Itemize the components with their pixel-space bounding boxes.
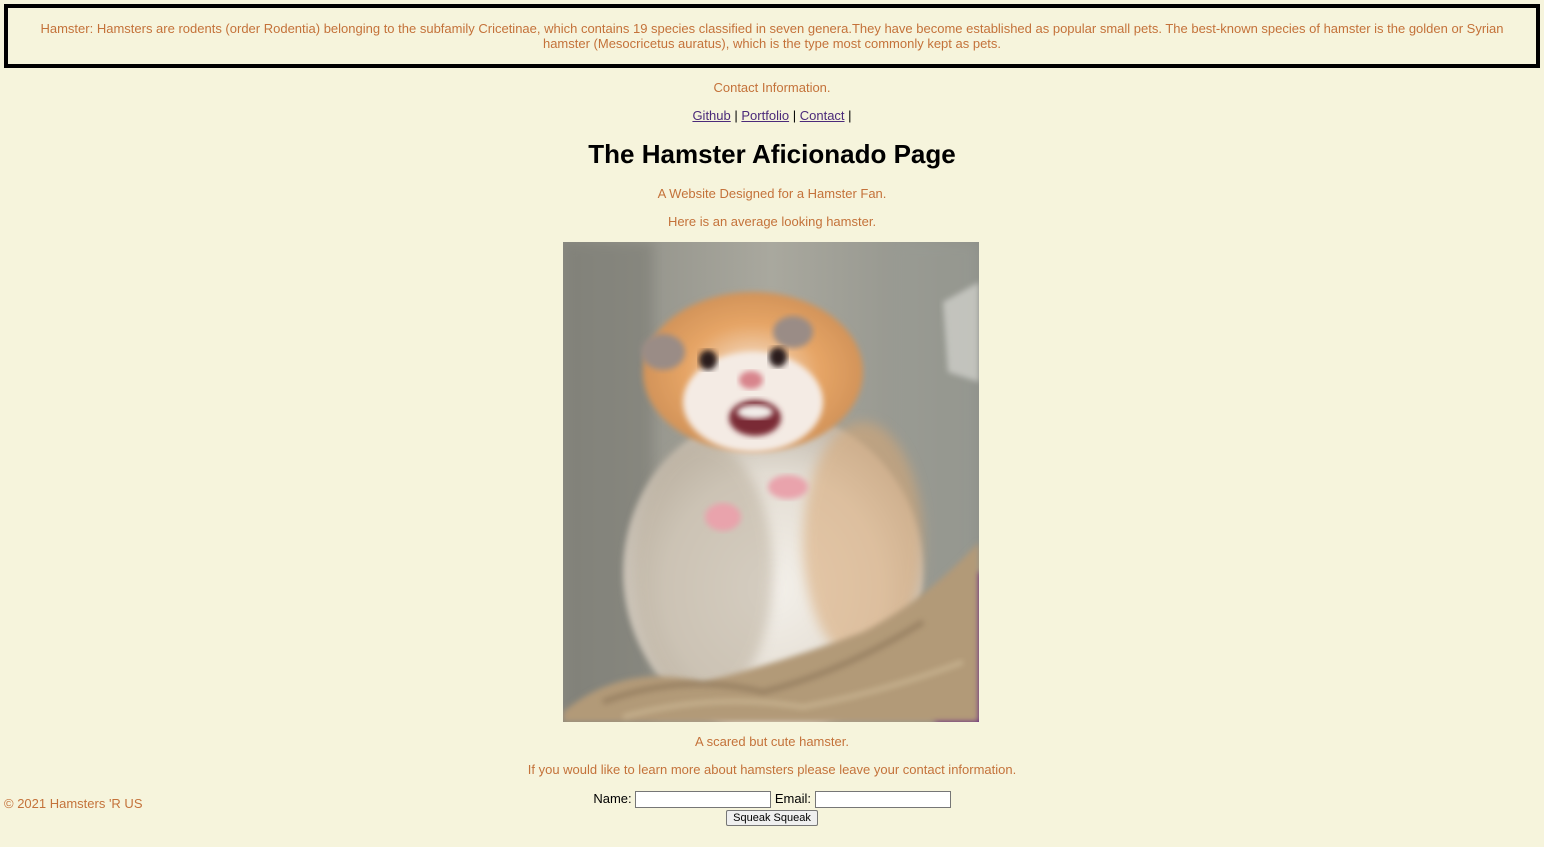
subtitle: A Website Designed for a Hamster Fan. <box>657 186 887 201</box>
email-input[interactable] <box>814 791 951 809</box>
intro-banner: Hamster: Hamsters are rodents (order Rod… <box>4 4 1540 68</box>
contact-form: Name: Email: <box>0 790 1544 809</box>
github-link[interactable]: Github <box>692 108 730 123</box>
contact-link[interactable]: Contact <box>800 108 845 123</box>
contact-heading: Contact Information. <box>713 80 831 95</box>
banner-text: Hamster: Hamsters are rodents (order Rod… <box>40 21 1504 51</box>
submit-button[interactable]: Squeak Squeak <box>726 810 818 826</box>
intro-text: Here is an average looking hamster. <box>667 214 877 229</box>
name-input[interactable] <box>635 791 772 809</box>
nav-links: Github | Portfolio | Contact | <box>0 108 1544 124</box>
contact-invite: If you would like to learn more about ha… <box>527 762 1017 777</box>
hamster-photo <box>563 242 979 722</box>
nav-separator: | <box>848 108 852 123</box>
portfolio-link[interactable]: Portfolio <box>741 108 789 123</box>
nav-separator: | <box>792 108 797 123</box>
nav-separator: | <box>734 108 738 123</box>
name-label: Name: <box>593 791 632 806</box>
email-label: Email: <box>774 791 812 806</box>
page-title: The Hamster Aficionado Page <box>588 139 956 169</box>
photo-caption: A scared but cute hamster. <box>695 734 849 749</box>
submit-row: Squeak Squeak <box>0 808 1544 826</box>
